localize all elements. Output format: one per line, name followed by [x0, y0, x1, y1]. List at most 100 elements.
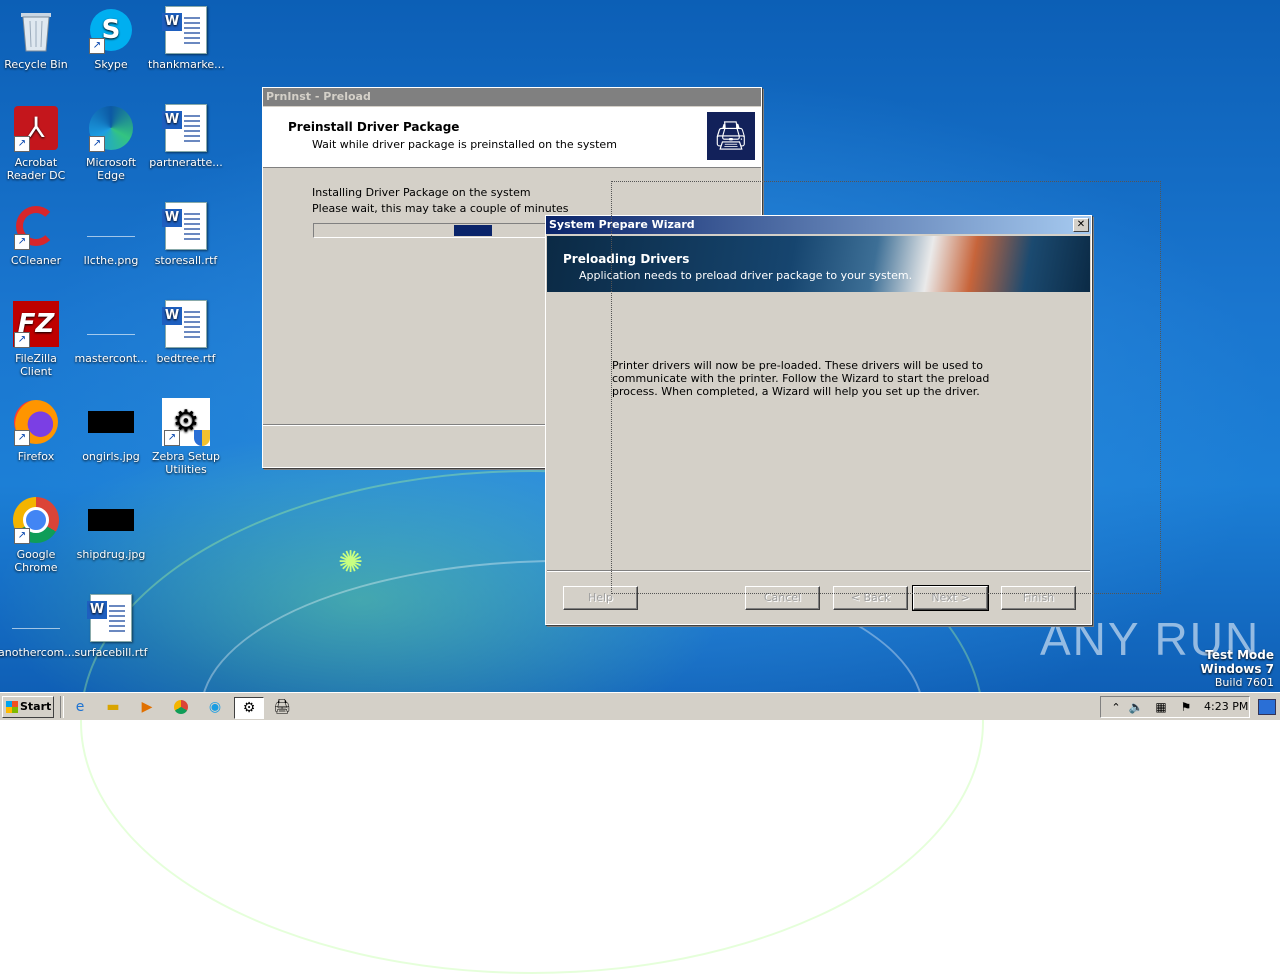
desktop-icon-zebra[interactable]: ⚙ ↗ Zebra Setup Utilities	[148, 398, 224, 476]
desktop-icon-acrobat[interactable]: ⅄ ↗ Acrobat Reader DC	[0, 104, 74, 182]
icon-label: Zebra Setup Utilities	[151, 450, 221, 476]
shortcut-arrow-icon: ↗	[89, 38, 105, 54]
icon-label: surfacebill.rtf	[74, 646, 148, 659]
network-icon[interactable]: ▦	[1151, 697, 1171, 717]
desktop-icon-chrome[interactable]: ↗ Google Chrome	[0, 496, 74, 574]
wizard-taskbar-button[interactable]: ⚙	[234, 697, 264, 719]
desktop-icon-edge[interactable]: ↗ Microsoft Edge	[73, 104, 149, 182]
icon-label: shipdrug.jpg	[76, 548, 146, 561]
desktop-icon-bedtree[interactable]: W bedtree.rtf	[148, 300, 224, 365]
help-button[interactable]: Help	[563, 586, 638, 610]
desktop-icon-thankmarke[interactable]: W thankmarke...	[148, 6, 225, 71]
desktop-icon-firefox[interactable]: ↗ Firefox	[0, 398, 74, 463]
action-center-flag-icon[interactable]: ⚑	[1176, 697, 1196, 717]
icon-label: FileZilla Client	[15, 352, 57, 378]
desktop-icon-storesall[interactable]: W storesall.rtf	[148, 202, 224, 267]
button-label: Help	[587, 591, 614, 604]
header-subtitle: Wait while driver package is preinstalle…	[312, 138, 617, 151]
image-thumbnail-icon	[88, 509, 134, 531]
taskbar: Start e ▬ ▶ ◉ ⚙ 🖨 ⌃ 🔈 ▦ ⚑ 4:23 PM	[0, 692, 1280, 720]
desktop-icon-partneratte[interactable]: W partneratte...	[148, 104, 224, 169]
icon-label: Google Chrome	[14, 548, 58, 574]
chrome-taskbar-icon[interactable]	[171, 697, 191, 717]
header-subtitle: Application needs to preload driver pack…	[579, 269, 913, 282]
shortcut-arrow-icon: ↗	[89, 136, 105, 152]
test-mode-line: Windows 7	[1200, 662, 1274, 676]
desktop-icon-llcthe[interactable]: llcthe.png	[73, 202, 149, 267]
prninst-header: Preinstall Driver Package Wait while dri…	[263, 107, 761, 168]
icon-label: Firefox	[17, 450, 55, 463]
icon-label: Recycle Bin	[4, 58, 68, 71]
desktop-icon-mastercont[interactable]: mastercont...	[73, 300, 149, 365]
uac-shield-icon	[194, 430, 210, 446]
status-line-1: Installing Driver Package on the system	[312, 186, 531, 199]
shortcut-arrow-icon: ↗	[14, 332, 30, 348]
close-button[interactable]: ✕	[1073, 218, 1089, 232]
icon-label: ongirls.jpg	[82, 450, 140, 463]
icon-label: CCleaner	[10, 254, 62, 267]
taskbar-divider	[60, 696, 64, 718]
volume-icon[interactable]: 🔈	[1126, 697, 1146, 717]
finish-button[interactable]: Finish	[1001, 586, 1076, 610]
desktop-icon-skype[interactable]: S ↗ Skype	[73, 6, 149, 71]
status-line-2: Please wait, this may take a couple of m…	[312, 202, 569, 215]
header-title: Preloading Drivers	[563, 252, 690, 266]
wizard-window[interactable]: System Prepare Wizard ✕ Preloading Drive…	[545, 215, 1092, 625]
media-player-icon[interactable]: ▶	[137, 697, 157, 717]
button-label: Finish	[1022, 591, 1055, 604]
desktop-icon-surfacebill[interactable]: W surfacebill.rtf	[73, 594, 149, 659]
explorer-folder-icon[interactable]: ▬	[103, 697, 123, 717]
desktop-icon-shipdrug[interactable]: shipdrug.jpg	[73, 496, 149, 561]
desktop-icon-filezilla[interactable]: FZ ↗ FileZilla Client	[0, 300, 74, 378]
wizard-titlebar[interactable]: System Prepare Wizard ✕	[546, 216, 1091, 234]
word-document-icon: W	[162, 6, 207, 54]
start-button[interactable]: Start	[2, 696, 54, 718]
wizard-banner: Preloading Drivers Application needs to …	[547, 236, 1090, 292]
icon-label: Acrobat Reader DC	[6, 156, 66, 182]
icon-label: thankmarke...	[148, 58, 225, 71]
file-thumbnail-icon	[87, 314, 135, 335]
header-title: Preinstall Driver Package	[288, 120, 460, 134]
shortcut-arrow-icon: ↗	[14, 234, 30, 250]
cancel-button[interactable]: Cancel	[745, 586, 820, 610]
icon-label: anothercom...	[0, 646, 75, 659]
desktop-icon-ccleaner[interactable]: ↗ CCleaner	[0, 202, 74, 267]
shortcut-arrow-icon: ↗	[14, 136, 30, 152]
progress-bar	[313, 223, 547, 238]
word-document-icon: W	[87, 594, 132, 642]
wizard-body-text: Printer drivers will now be pre-loaded. …	[612, 359, 990, 398]
clock[interactable]: 4:23 PM	[1204, 700, 1248, 713]
next-button[interactable]: Next >	[912, 585, 989, 611]
word-document-icon: W	[162, 300, 207, 348]
back-button[interactable]: < Back	[833, 586, 908, 610]
desktop-icon-ongirls[interactable]: ongirls.jpg	[73, 398, 149, 463]
footer-divider	[547, 570, 1090, 572]
test-mode-text: Test Mode Windows 7 Build 7601	[1201, 648, 1274, 690]
icon-label: llcthe.png	[83, 254, 139, 267]
windows-flare-icon: ✺	[338, 545, 364, 580]
icon-label: bedtree.rtf	[156, 352, 216, 365]
close-icon: ✕	[1076, 219, 1086, 230]
button-label: < Back	[850, 591, 891, 604]
shortcut-arrow-icon: ↗	[14, 528, 30, 544]
prninst-titlebar[interactable]: PrnInst - Preload	[263, 88, 761, 106]
windows-logo-icon	[6, 701, 18, 713]
button-label: Cancel	[763, 591, 802, 604]
icon-label: storesall.rtf	[154, 254, 218, 267]
desktop-icon-recycle-bin[interactable]: Recycle Bin	[0, 6, 74, 71]
show-desktop-icon[interactable]	[1258, 699, 1276, 715]
icon-label: partneratte...	[149, 156, 223, 169]
edge-taskbar-icon[interactable]: ◉	[205, 697, 225, 717]
button-label: Next >	[931, 591, 970, 604]
printer-taskbar-icon[interactable]: 🖨	[272, 697, 292, 717]
tray-expand-icon[interactable]: ⌃	[1106, 697, 1126, 717]
printer-setup-icon: 🖨	[707, 112, 755, 160]
start-label: Start	[20, 700, 52, 713]
word-document-icon: W	[162, 202, 207, 250]
window-title: System Prepare Wizard	[549, 218, 695, 231]
test-mode-line: Build 7601	[1214, 676, 1274, 689]
desktop-icon-anothercom[interactable]: anothercom...	[0, 594, 75, 659]
image-thumbnail-icon	[88, 411, 134, 433]
ie-icon[interactable]: e	[70, 697, 90, 717]
icon-label: Skype	[94, 58, 128, 71]
